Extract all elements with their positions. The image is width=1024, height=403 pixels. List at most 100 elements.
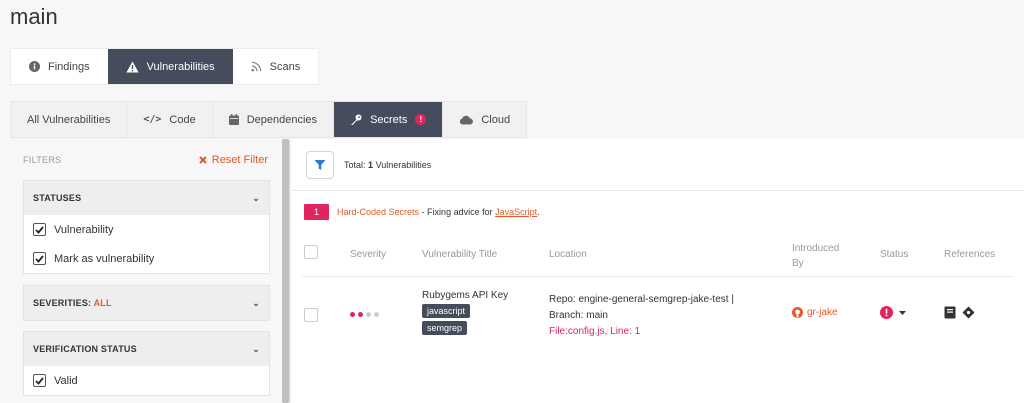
status-option-vulnerability[interactable]: Vulnerability [24,215,269,244]
severities-title: SEVERITIES: ALL [33,298,112,308]
alert-badge: ! [415,114,427,125]
introduced-by-user[interactable]: gr-jake [792,307,838,318]
tab-label: Dependencies [246,113,318,126]
github-icon [792,307,803,318]
column-header-severity[interactable]: Severity [350,249,386,260]
key-icon [350,114,362,126]
chevron-down-icon: ⌄ [252,297,260,308]
severity-dots [350,312,379,317]
column-header-status[interactable]: Status [880,249,908,260]
alert-circle-icon [880,306,893,319]
tab-findings[interactable]: Findings [11,49,108,84]
fixing-advice-banner: 1 Hard-Coded Secrets - Fixing advice for… [304,204,540,220]
table-row[interactable]: Rubygems API Key javascript semgrep Repo… [302,279,1014,349]
tab-dependencies[interactable]: Dependencies [213,102,335,137]
verification-title: VERIFICATION STATUS [33,344,137,354]
cloud-icon [459,115,474,125]
location-file[interactable]: File:config.js, Line: 1 [549,324,734,340]
tab-label: Cloud [481,113,511,126]
filter-toggle-button[interactable] [306,150,334,179]
chevron-down-icon: ⌄ [252,192,260,203]
chevron-down-icon: ⌄ [252,343,260,354]
statuses-panel: STATUSES ⌄ Vulnerability Mark as vulnera… [23,180,270,274]
results-panel: Total: 1 Vulnerabilities 1 Hard-Coded Se… [292,139,1024,403]
location-branch: Branch: main [549,310,608,321]
sidebar-scrollbar[interactable] [282,139,289,403]
user-name: gr-jake [807,307,838,318]
severity-indicator [350,312,379,317]
option-label: Mark as vulnerability [54,252,155,265]
tab-label: All Vulnerabilities [27,113,111,126]
tab-scans[interactable]: Scans [233,49,319,84]
introduced-line1: Introduced [792,243,840,254]
option-label: Valid [54,374,78,387]
tab-all-vulnerabilities[interactable]: All Vulnerabilities [11,102,128,137]
tag-javascript: javascript [422,304,471,318]
checkbox-checked-icon[interactable] [33,223,46,236]
verification-option-valid[interactable]: Valid [24,366,269,395]
table-header: Severity Vulnerability Title Location In… [302,237,1014,277]
advice-title: Hard-Coded Secrets [337,207,420,217]
advice-text: Hard-Coded Secrets - Fixing advice for J… [337,207,540,217]
row-checkbox[interactable] [304,308,318,322]
reset-filter-label: Reset Filter [211,154,268,166]
filter-icon [314,159,326,171]
advice-language-link[interactable]: JavaScript [495,207,537,217]
column-header-introduced-by[interactable]: Introduced By [792,241,839,271]
tag-semgrep: semgrep [422,321,468,335]
checkbox-checked-icon[interactable] [33,374,46,387]
filters-header: FILTERS Reset Filter [23,154,268,166]
column-header-references[interactable]: References [944,249,995,260]
filters-label: FILTERS [23,155,62,165]
checkbox-checked-icon[interactable] [33,252,46,265]
vulnerability-title[interactable]: Rubygems API Key [422,290,532,301]
book-icon[interactable] [944,306,956,319]
rss-icon [251,61,262,72]
statuses-toggle[interactable]: STATUSES ⌄ [24,181,269,215]
column-header-title[interactable]: Vulnerability Title [422,249,497,260]
tab-label: Scans [269,60,301,73]
references-cell [944,306,975,319]
tab-label: Secrets [370,113,408,126]
secondary-tabs: All Vulnerabilities </> Code Dependencie… [10,101,528,138]
reset-filter-button[interactable]: Reset Filter [199,154,268,166]
tab-vulnerabilities[interactable]: Vulnerabilities [107,49,233,84]
tab-label: Code [169,113,196,126]
close-icon [199,156,207,164]
severity-dot [374,312,379,317]
tab-code[interactable]: </> Code [127,102,213,137]
column-header-location[interactable]: Location [549,249,587,260]
severities-panel: SEVERITIES: ALL ⌄ [23,285,270,321]
severities-title-label: SEVERITIES: [33,298,92,308]
caret-down-icon [899,310,906,315]
location-repo: Repo: engine-general-semgrep-jake-test | [549,294,734,305]
primary-tabs: Findings Vulnerabilities Scans [10,48,320,85]
severities-value: ALL [93,298,112,308]
tab-cloud[interactable]: Cloud [443,102,526,137]
option-label: Vulnerability [54,223,114,236]
total-prefix: Total: [344,159,366,170]
severity-dot [358,312,363,317]
severities-toggle[interactable]: SEVERITIES: ALL ⌄ [24,286,269,320]
tab-label: Vulnerabilities [146,60,215,73]
select-all-checkbox[interactable] [304,245,318,259]
total-suffix: Vulnerabilities [375,159,432,170]
diamond-link-icon[interactable] [962,306,975,319]
verification-toggle[interactable]: VERIFICATION STATUS ⌄ [24,332,269,366]
location-cell: Repo: engine-general-semgrep-jake-test |… [549,292,734,340]
introduced-line2: By [792,258,804,269]
tab-secrets[interactable]: Secrets ! [334,102,444,137]
results-toolbar: Total: 1 Vulnerabilities [292,139,1024,191]
calendar-icon [228,114,239,125]
page-title: main [10,4,58,29]
severity-dot [350,312,355,317]
statuses-title: STATUSES [33,193,82,203]
status-dropdown[interactable] [880,306,906,319]
advice-body: - Fixing advice for [419,207,496,217]
filters-sidebar: FILTERS Reset Filter STATUSES ⌄ Vulnerab… [10,139,290,403]
verification-panel: VERIFICATION STATUS ⌄ Valid [23,331,270,396]
tab-label: Findings [48,60,90,73]
status-option-mark-as-vulnerability[interactable]: Mark as vulnerability [24,244,269,273]
severity-dot [366,312,371,317]
advice-end: . [537,207,540,217]
